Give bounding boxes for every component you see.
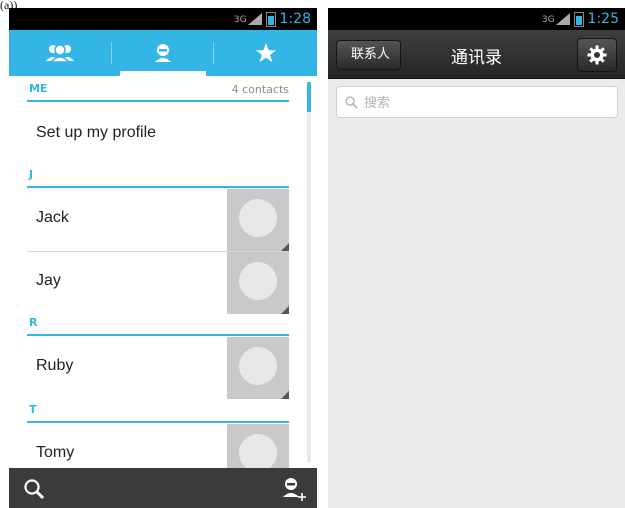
section-header-r: R xyxy=(27,312,289,336)
status-bar: 3G 1:28 xyxy=(9,8,317,30)
battery-icon xyxy=(265,11,276,27)
scrollbar-track xyxy=(307,112,311,462)
star-icon xyxy=(255,42,276,63)
person-icon xyxy=(155,44,171,62)
avatar[interactable] xyxy=(227,337,289,399)
contact-item-ruby[interactable]: Ruby xyxy=(27,337,289,399)
bottom-action-bar xyxy=(9,468,317,508)
scrollbar-thumb[interactable] xyxy=(307,82,311,112)
left-phone-screen: 3G 1:28 ME 4 contacts Set up my profile … xyxy=(9,8,317,508)
avatar[interactable] xyxy=(227,252,289,314)
status-bar: 3G 1:25 xyxy=(328,8,625,30)
avatar[interactable] xyxy=(227,189,289,251)
contacts-tab-bar xyxy=(9,30,317,76)
contact-item-jay[interactable]: Jay xyxy=(27,252,289,314)
search-field[interactable] xyxy=(336,86,618,118)
section-header-me: ME 4 contacts xyxy=(27,78,289,102)
search-icon[interactable] xyxy=(23,478,45,500)
contact-item-jack[interactable]: Jack xyxy=(27,189,289,252)
setup-profile-item[interactable]: Set up my profile xyxy=(27,104,289,166)
settings-button[interactable] xyxy=(577,38,617,72)
gear-icon xyxy=(587,45,607,65)
clock: 1:28 xyxy=(279,11,311,27)
tab-favorites[interactable] xyxy=(214,30,317,76)
signal-icon: 3G xyxy=(542,13,570,25)
right-phone-screen: 3G 1:25 联系人 通讯录 xyxy=(328,8,625,508)
battery-icon xyxy=(573,11,584,27)
people-icon xyxy=(46,44,75,63)
tab-all-contacts[interactable] xyxy=(112,30,215,76)
section-header-j: J xyxy=(27,164,289,188)
search-input[interactable] xyxy=(362,93,596,111)
contact-count: 4 contacts xyxy=(231,83,289,96)
contact-list[interactable]: ME 4 contacts Set up my profile J Jack J… xyxy=(9,76,317,486)
tab-groups[interactable] xyxy=(9,30,112,76)
section-header-t: T xyxy=(27,399,289,423)
clock: 1:25 xyxy=(587,11,619,27)
title-bar: 联系人 通讯录 xyxy=(328,30,625,79)
add-contact-icon[interactable] xyxy=(281,476,307,502)
search-icon xyxy=(345,95,358,109)
signal-icon: 3G xyxy=(234,13,262,25)
